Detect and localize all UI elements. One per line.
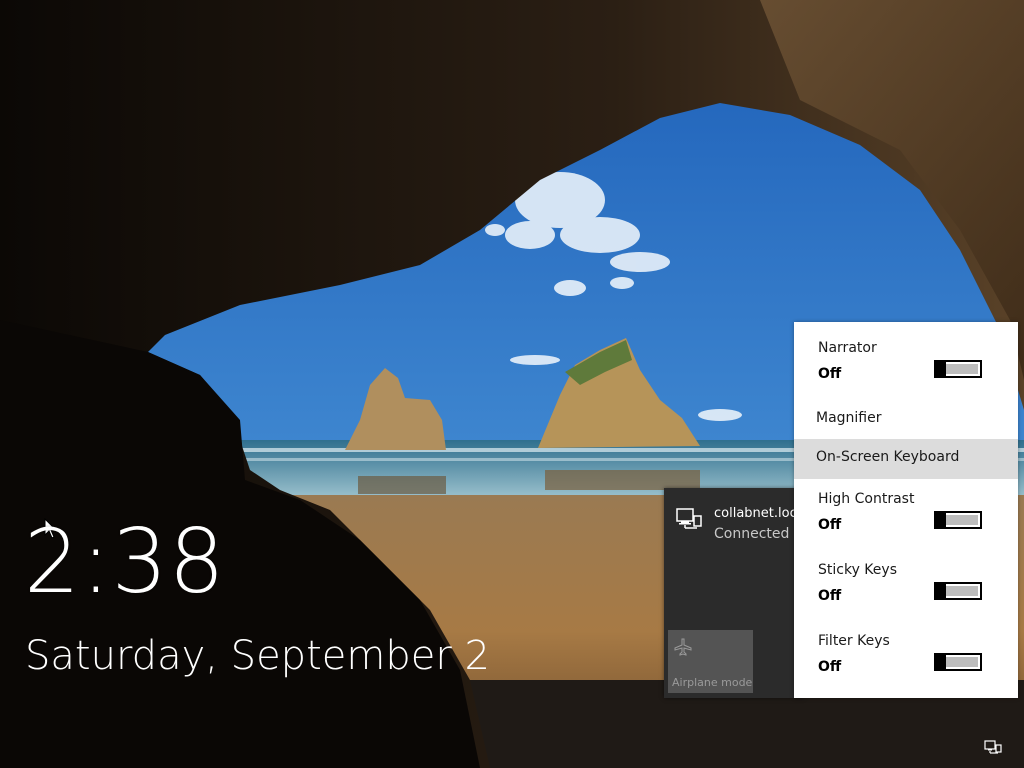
on-screen-keyboard-label: On-Screen Keyboard <box>816 449 960 465</box>
high-contrast-setting: High Contrast Off <box>794 491 1018 551</box>
narrator-label: Narrator <box>818 340 877 356</box>
network-connection-item[interactable]: collabnet.local Connected <box>664 488 808 552</box>
filter-keys-label: Filter Keys <box>818 633 890 649</box>
high-contrast-label: High Contrast <box>818 491 915 507</box>
sticky-keys-setting: Sticky Keys Off <box>794 562 1018 622</box>
magnifier-label: Magnifier <box>816 410 882 426</box>
narrator-toggle[interactable] <box>934 360 982 378</box>
toggle-track <box>946 657 978 667</box>
magnifier-button[interactable]: Magnifier <box>794 400 1018 440</box>
toggle-thumb <box>936 360 946 378</box>
toggle-track <box>946 364 978 374</box>
ethernet-icon[interactable] <box>984 740 1002 754</box>
toggle-thumb <box>936 511 946 529</box>
toggle-thumb <box>936 653 946 671</box>
sticky-keys-label: Sticky Keys <box>818 562 897 578</box>
sticky-keys-toggle[interactable] <box>934 582 982 600</box>
toggle-thumb <box>936 582 946 600</box>
toggle-track <box>946 586 978 596</box>
network-flyout: collabnet.local Connected Airplane mode <box>664 488 808 698</box>
airplane-mode-label: Airplane mode <box>672 676 753 689</box>
lock-screen-time: 2:38 <box>24 510 226 613</box>
ethernet-icon <box>676 508 702 529</box>
filter-keys-state: Off <box>818 659 842 675</box>
lock-screen: 2:38 Saturday, September 2 collabnet.loc… <box>0 0 1024 768</box>
narrator-setting: Narrator Off <box>794 340 1018 400</box>
on-screen-keyboard-button[interactable]: On-Screen Keyboard <box>794 439 1018 479</box>
airplane-mode-tile[interactable]: Airplane mode <box>668 630 753 693</box>
toggle-track <box>946 515 978 525</box>
network-status: Connected <box>714 526 790 542</box>
high-contrast-toggle[interactable] <box>934 511 982 529</box>
ease-of-access-flyout: Narrator Off Magnifier On-Screen Keyboar… <box>794 322 1018 698</box>
airplane-icon <box>674 638 692 656</box>
filter-keys-setting: Filter Keys Off <box>794 633 1018 693</box>
sticky-keys-state: Off <box>818 588 842 604</box>
lock-screen-date: Saturday, September 2 <box>25 633 490 679</box>
narrator-state: Off <box>818 366 842 382</box>
filter-keys-toggle[interactable] <box>934 653 982 671</box>
high-contrast-state: Off <box>818 517 842 533</box>
